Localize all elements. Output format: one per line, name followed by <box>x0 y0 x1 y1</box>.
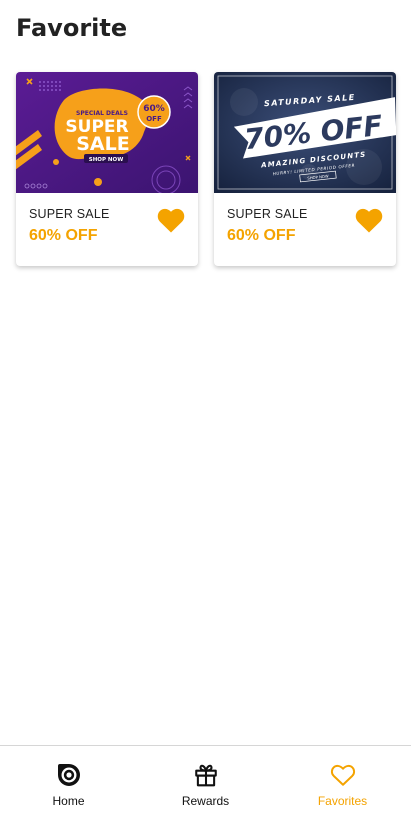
favorite-heart-button[interactable] <box>354 206 384 234</box>
svg-text:OFF: OFF <box>146 115 162 123</box>
favorites-grid: SPECIAL DEALS SUPER SALE 60% OFF SHOP NO… <box>16 72 396 266</box>
favorites-screen: Favorite SPECIAL DEALS SUPER SALE 60% OF… <box>0 0 411 823</box>
heart-filled-icon <box>355 208 383 233</box>
deal-card[interactable]: SPECIAL DEALS SUPER SALE 60% OFF SHOP NO… <box>16 72 198 266</box>
svg-text:SPECIAL DEALS: SPECIAL DEALS <box>76 110 128 117</box>
deal-title: SUPER SALE <box>227 207 308 221</box>
nav-label-home: Home <box>52 794 85 808</box>
deal-title: SUPER SALE <box>29 207 110 221</box>
deal-discount: 60% OFF <box>29 227 98 244</box>
nav-item-rewards[interactable]: Rewards <box>137 746 274 823</box>
deal-card[interactable]: SATURDAY SALE 70% OFF AMAZING DISCOUNTS … <box>214 72 396 266</box>
deal-card-info: SUPER SALE 60% OFF <box>16 193 198 266</box>
deal-discount: 60% OFF <box>227 227 296 244</box>
svg-text:SHOP NOW: SHOP NOW <box>89 157 124 163</box>
nav-item-favorites[interactable]: Favorites <box>274 746 411 823</box>
nav-label-favorites: Favorites <box>317 794 368 808</box>
svg-text:60%: 60% <box>143 104 165 114</box>
svg-text:SALE: SALE <box>76 133 129 155</box>
page-title: Favorite <box>16 14 128 42</box>
bottom-navigation: Home Rewards Favorites <box>0 745 411 823</box>
heart-filled-icon <box>157 208 185 233</box>
favorite-heart-button[interactable] <box>156 206 186 234</box>
heart-outline-icon <box>330 764 355 786</box>
deal-banner-image[interactable]: SPECIAL DEALS SUPER SALE 60% OFF SHOP NO… <box>16 72 198 193</box>
deal-card-info: SUPER SALE 60% OFF <box>214 193 396 266</box>
nav-label-rewards: Rewards <box>181 794 230 808</box>
deal-banner-image[interactable]: SATURDAY SALE 70% OFF AMAZING DISCOUNTS … <box>214 72 396 193</box>
home-target-icon <box>57 764 80 786</box>
nav-item-home[interactable]: Home <box>0 746 137 823</box>
gift-icon <box>194 764 217 787</box>
